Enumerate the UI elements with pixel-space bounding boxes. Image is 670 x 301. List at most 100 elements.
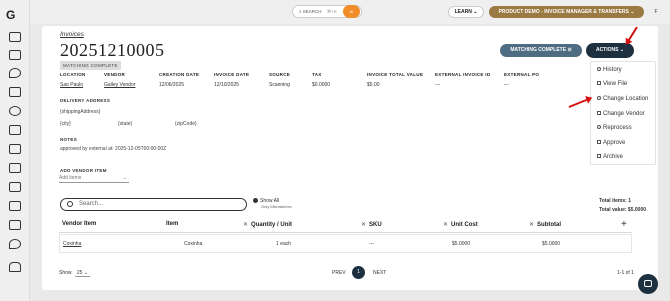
chevron-down-icon: ⌄ xyxy=(630,9,635,15)
status-badge: MATCHING COMPLETE xyxy=(60,61,121,70)
actions-label: ACTIONS xyxy=(595,47,619,53)
show-label: Show xyxy=(59,270,72,276)
total-items: Total items: 1 xyxy=(599,198,631,204)
avatar[interactable]: F xyxy=(651,7,661,17)
menu-item-reprocess-label: Reprocess xyxy=(603,125,632,131)
menu-item-history[interactable]: History xyxy=(597,67,622,73)
add-vendor-item-select[interactable]: Add items ⌄ xyxy=(59,175,129,183)
reports-icon[interactable] xyxy=(9,32,21,42)
tag-icon[interactable] xyxy=(9,125,21,135)
menu-item-approve[interactable]: Approve xyxy=(597,140,625,146)
external-po-value: --- xyxy=(504,82,509,88)
bell-icon[interactable] xyxy=(9,262,21,272)
tax-value: $0.0000 xyxy=(312,82,331,88)
menu-item-archive-label: Archive xyxy=(603,154,624,160)
sliders-icon[interactable] xyxy=(9,220,21,230)
subtotal-cell: $5.0000 xyxy=(542,241,561,247)
close-icon[interactable]: ✕ xyxy=(443,222,448,228)
learn-button[interactable]: LEARN ⌄ xyxy=(448,6,484,18)
actions-menu: History View File Change Location Change… xyxy=(590,61,656,165)
col-item[interactable]: Item xyxy=(163,221,178,227)
close-icon[interactable]: ✕ xyxy=(243,222,248,228)
add-column-icon[interactable]: + xyxy=(621,219,627,230)
search-icon xyxy=(67,201,73,207)
menu-item-archive[interactable]: Archive xyxy=(597,154,623,160)
invoice-date-value: 12/10/2025 xyxy=(214,82,240,88)
check-circle-icon: ⊘ xyxy=(567,47,572,53)
approve-icon xyxy=(597,140,601,145)
menu-item-view-file-label: View File xyxy=(603,81,628,87)
divider xyxy=(59,232,632,233)
grid-icon[interactable] xyxy=(9,144,21,154)
vendor-label: VENDOR xyxy=(104,72,126,77)
menu-item-approve-label: Approve xyxy=(603,140,626,146)
menu-item-history-label: History xyxy=(603,67,622,73)
location-icon[interactable] xyxy=(9,68,21,78)
map-pin-icon[interactable] xyxy=(9,239,21,249)
unit-cost-cell: $5.0000 xyxy=(452,241,471,247)
page-size-control[interactable]: Show 25 ⌄ xyxy=(59,270,91,277)
col-quantity[interactable]: ✕ Quantity / Unit xyxy=(243,221,292,228)
demo-label: PRODUCT DEMO - INVOICE MANAGER & TRANSFE… xyxy=(498,9,629,15)
clipboard-icon[interactable] xyxy=(9,87,21,97)
chat-icon xyxy=(644,280,652,287)
tax-label: TAX xyxy=(312,72,322,77)
location-label: LOCATION xyxy=(60,72,86,77)
close-icon[interactable]: ✕ xyxy=(361,222,366,228)
menu-item-reprocess[interactable]: Reprocess xyxy=(597,125,632,131)
invoice-date-label: INVOICE DATE xyxy=(214,72,250,77)
location-link[interactable]: Sao Paulo xyxy=(60,82,83,88)
vendor-item-link[interactable]: Coxinha xyxy=(63,241,81,247)
menu-item-change-location-label: Change Location xyxy=(603,96,649,102)
col-sku[interactable]: ✕ SKU xyxy=(361,221,382,228)
breadcrumb-invoices[interactable]: Invoices xyxy=(60,31,84,38)
ai-assistant-button[interactable]: AI xyxy=(343,5,360,18)
external-po-label: EXTERNAL PO xyxy=(504,72,540,77)
menu-item-change-location[interactable]: Change Location xyxy=(597,96,648,102)
chevron-down-icon: ⌄ xyxy=(83,270,89,276)
delivery-icon[interactable] xyxy=(9,201,21,211)
chevron-down-icon: ⌄ xyxy=(473,9,478,15)
close-icon[interactable]: ✕ xyxy=(529,222,534,228)
document-icon[interactable] xyxy=(9,182,21,192)
total-value: Total value: $5.0000 xyxy=(599,207,646,213)
col-subtotal[interactable]: ✕ Subtotal xyxy=(529,221,561,228)
vendor-link[interactable]: Galley Vendor xyxy=(104,82,135,88)
page-number-button[interactable]: 1 xyxy=(352,266,365,279)
product-demo-button[interactable]: PRODUCT DEMO - INVOICE MANAGER & TRANSFE… xyxy=(489,6,644,18)
source-label: SOURCE xyxy=(269,72,291,77)
prev-button[interactable]: PREV xyxy=(332,270,346,276)
app-logo[interactable]: G xyxy=(6,8,15,22)
learn-label: LEARN xyxy=(454,9,472,15)
item-search-input[interactable]: Search... xyxy=(60,198,247,211)
shipping-address: {shippingAddress} xyxy=(60,109,101,115)
table-row[interactable]: Coxinha Coxinha 1 each --- $5.0000 $5.00… xyxy=(59,234,632,253)
chat-button[interactable] xyxy=(638,274,658,294)
state: {state} xyxy=(118,121,133,127)
menu-item-change-vendor[interactable]: Change Vendor xyxy=(597,111,645,117)
col-vendor-item[interactable]: Vendor Item xyxy=(62,221,96,227)
location-icon xyxy=(597,96,601,101)
menu-item-view-file[interactable]: View File xyxy=(597,81,627,87)
archive-icon xyxy=(597,154,601,159)
sidebar: G xyxy=(0,0,30,301)
col-item-label: Item xyxy=(166,221,179,227)
table-header: Vendor Item Item ✕ Quantity / Unit ✕ SKU ✕… xyxy=(59,221,632,231)
show-all-toggle[interactable]: Show All Only Mismatches xyxy=(253,198,292,209)
zip-code: {zipCode} xyxy=(175,121,197,127)
matching-complete-button[interactable]: MATCHING COMPLETE ⊘ xyxy=(500,44,582,57)
invoice-total-value: $5.00 xyxy=(367,82,380,88)
book-icon[interactable] xyxy=(9,50,21,60)
col-unit-cost[interactable]: ✕ Unit Cost xyxy=(443,221,478,228)
item-cell: Coxinha xyxy=(184,241,203,247)
col-quantity-label: Quantity / Unit xyxy=(251,222,293,228)
top-bar: ⌕ SEARCH ⌘+K AI LEARN ⌄ PRODUCT DEMO - I… xyxy=(30,0,670,24)
next-button[interactable]: NEXT xyxy=(373,270,386,276)
city: {city} xyxy=(60,121,71,127)
notes-text: approved by external at: 2025-12-05T00:0… xyxy=(60,146,167,152)
sync-icon[interactable] xyxy=(9,106,21,116)
radio-icon xyxy=(253,198,258,204)
file-icon xyxy=(597,81,601,86)
page-size-select[interactable]: 25 ⌄ xyxy=(74,270,91,277)
cart-icon[interactable] xyxy=(9,163,21,173)
